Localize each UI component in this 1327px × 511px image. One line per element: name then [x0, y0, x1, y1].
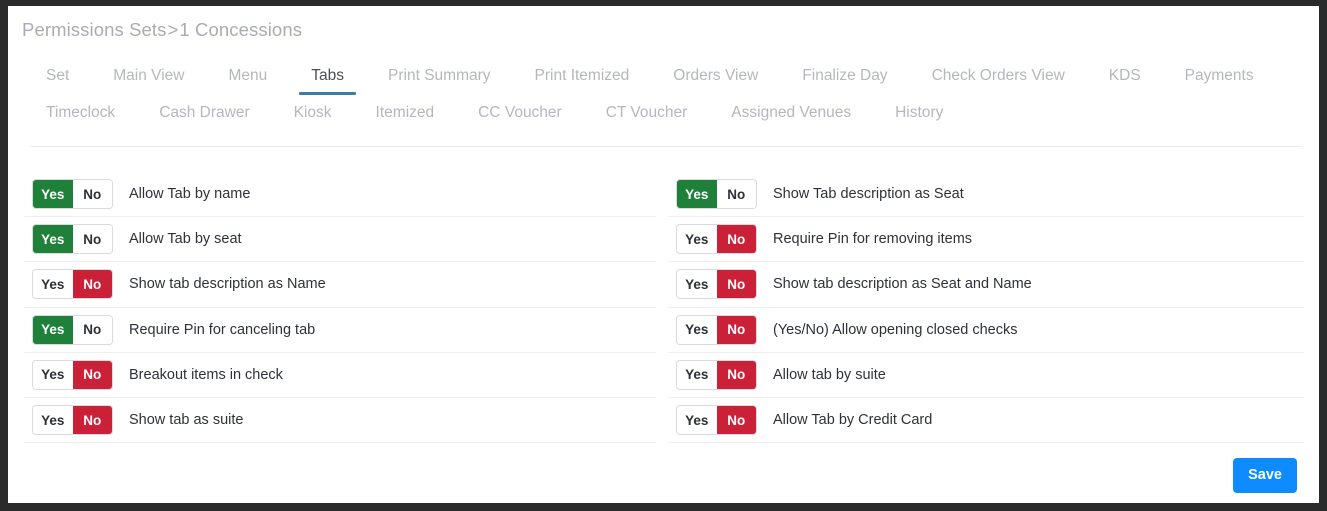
- tab-check-orders-view[interactable]: Check Orders View: [910, 58, 1087, 95]
- tab-tabs[interactable]: Tabs: [289, 58, 366, 95]
- setting-row: Yes No Allow tab by suite: [668, 353, 1304, 398]
- toggle-option-yes[interactable]: Yes: [677, 180, 717, 209]
- tab-orders-view[interactable]: Orders View: [651, 58, 780, 95]
- yes-no-toggle[interactable]: Yes No: [32, 269, 113, 300]
- setting-row: Yes No Allow Tab by Credit Card: [668, 398, 1304, 444]
- tab-itemized[interactable]: Itemized: [354, 95, 457, 132]
- setting-label: Require Pin for removing items: [773, 231, 973, 248]
- yes-no-toggle[interactable]: Yes No: [32, 314, 113, 345]
- breadcrumb: Permissions Sets>1 Concessions: [22, 19, 302, 41]
- setting-row: Yes No Allow Tab by name: [24, 172, 656, 218]
- tab-kiosk[interactable]: Kiosk: [272, 95, 354, 132]
- toggle-option-no[interactable]: No: [716, 315, 756, 344]
- toggle-option-no[interactable]: No: [716, 180, 756, 209]
- toggle-option-yes[interactable]: Yes: [33, 406, 73, 435]
- toggle-option-no[interactable]: No: [72, 225, 112, 254]
- toggle-option-yes[interactable]: Yes: [33, 225, 73, 254]
- tabs-divider: [30, 146, 1301, 147]
- toggle-option-yes[interactable]: Yes: [677, 315, 717, 344]
- toggle-option-no[interactable]: No: [716, 225, 756, 254]
- toggle-option-no[interactable]: No: [72, 360, 112, 389]
- settings-column-right: Yes No Show Tab description as Seat Yes No Re…: [668, 172, 1304, 444]
- setting-row: Yes No Show tab description as Seat and Na…: [668, 262, 1304, 308]
- tab-print-summary[interactable]: Print Summary: [366, 58, 513, 95]
- settings-column-left: Yes No Allow Tab by name Yes No Allow Tab by …: [24, 172, 656, 444]
- breadcrumb-current: 1 Concessions: [179, 19, 303, 40]
- setting-row: Yes No Require Pin for removing items: [668, 217, 1304, 263]
- setting-label: Allow Tab by seat: [129, 231, 242, 248]
- tab-ct-voucher[interactable]: CT Voucher: [584, 95, 710, 132]
- yes-no-toggle[interactable]: Yes No: [676, 314, 757, 345]
- toggle-option-no[interactable]: No: [72, 315, 112, 344]
- tab-main-view[interactable]: Main View: [91, 58, 206, 95]
- breadcrumb-parent[interactable]: Permissions Sets: [22, 19, 167, 40]
- yes-no-toggle[interactable]: Yes No: [32, 405, 113, 436]
- toggle-option-yes[interactable]: Yes: [677, 360, 717, 389]
- tab-navigation: Set Main View Menu Tabs Print Summary Print I…: [24, 58, 1304, 131]
- setting-label: Allow Tab by Credit Card: [773, 412, 933, 429]
- setting-row: Yes No Show tab as suite: [24, 398, 656, 444]
- tab-finalize-day[interactable]: Finalize Day: [780, 58, 909, 95]
- save-button[interactable]: Save: [1233, 458, 1297, 493]
- toggle-option-yes[interactable]: Yes: [33, 270, 73, 299]
- setting-row: Yes No (Yes/No) Allow opening closed check…: [668, 308, 1304, 353]
- toggle-option-yes[interactable]: Yes: [677, 406, 717, 435]
- permissions-panel: Permissions Sets>1 Concessions Set Main V…: [8, 6, 1319, 503]
- setting-label: (Yes/No) Allow opening closed checks: [773, 321, 1018, 338]
- toggle-option-no[interactable]: No: [716, 270, 756, 299]
- setting-row: Yes No Allow Tab by seat: [24, 217, 656, 263]
- setting-label: Require Pin for canceling tab: [129, 321, 316, 338]
- yes-no-toggle[interactable]: Yes No: [676, 179, 757, 210]
- toggle-option-yes[interactable]: Yes: [33, 180, 73, 209]
- yes-no-toggle[interactable]: Yes No: [676, 269, 757, 300]
- yes-no-toggle[interactable]: Yes No: [676, 359, 757, 390]
- tab-set[interactable]: Set: [24, 58, 91, 95]
- footer-action-bar: Save: [8, 448, 1319, 503]
- setting-label: Show tab description as Name: [129, 276, 326, 293]
- tab-print-itemized[interactable]: Print Itemized: [513, 58, 652, 95]
- setting-row: Yes No Show tab description as Name: [24, 262, 656, 308]
- tab-history[interactable]: History: [873, 95, 965, 132]
- tab-menu[interactable]: Menu: [206, 58, 289, 95]
- tab-cc-voucher[interactable]: CC Voucher: [456, 95, 584, 132]
- toggle-option-yes[interactable]: Yes: [33, 360, 73, 389]
- tab-kds[interactable]: KDS: [1087, 58, 1163, 95]
- tab-assigned-venues[interactable]: Assigned Venues: [709, 95, 873, 132]
- toggle-option-yes[interactable]: Yes: [677, 225, 717, 254]
- setting-label: Allow tab by suite: [773, 366, 886, 383]
- setting-label: Show tab as suite: [129, 412, 244, 429]
- setting-row: Yes No Require Pin for canceling tab: [24, 308, 656, 353]
- toggle-option-yes[interactable]: Yes: [677, 270, 717, 299]
- toggle-option-no[interactable]: No: [72, 270, 112, 299]
- setting-label: Breakout items in check: [129, 366, 283, 383]
- toggle-option-no[interactable]: No: [716, 360, 756, 389]
- tab-timeclock[interactable]: Timeclock: [24, 95, 137, 132]
- yes-no-toggle[interactable]: Yes No: [676, 405, 757, 436]
- setting-row: Yes No Show Tab description as Seat: [668, 172, 1304, 218]
- tab-list: Set Main View Menu Tabs Print Summary Print I…: [24, 58, 1304, 131]
- tab-payments[interactable]: Payments: [1163, 58, 1276, 95]
- breadcrumb-separator-icon: >: [167, 19, 179, 40]
- yes-no-toggle[interactable]: Yes No: [32, 224, 113, 255]
- toggle-option-no[interactable]: No: [72, 180, 112, 209]
- setting-label: Allow Tab by name: [129, 186, 251, 203]
- toggle-option-no[interactable]: No: [72, 406, 112, 435]
- setting-label: Show tab description as Seat and Name: [773, 276, 1032, 293]
- yes-no-toggle[interactable]: Yes No: [676, 224, 757, 255]
- tab-cash-drawer[interactable]: Cash Drawer: [137, 95, 271, 132]
- toggle-option-no[interactable]: No: [716, 406, 756, 435]
- setting-label: Show Tab description as Seat: [773, 186, 964, 203]
- toggle-option-yes[interactable]: Yes: [33, 315, 73, 344]
- yes-no-toggle[interactable]: Yes No: [32, 179, 113, 210]
- setting-row: Yes No Breakout items in check: [24, 353, 656, 398]
- yes-no-toggle[interactable]: Yes No: [32, 359, 113, 390]
